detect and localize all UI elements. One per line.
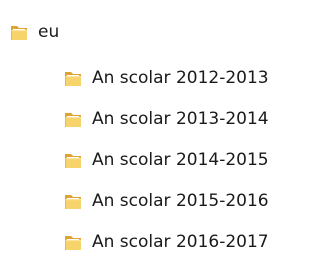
tree-item-label: An scolar 2016-2017 <box>92 232 269 252</box>
tree-item-label: eu <box>38 22 60 42</box>
tree-item-an-scolar-2015-2016[interactable]: An scolar 2015-2016 <box>62 187 269 215</box>
folder-icon <box>8 21 30 43</box>
tree-item-label: An scolar 2013-2014 <box>92 109 269 129</box>
folder-icon <box>62 231 84 253</box>
tree-item-label: An scolar 2014-2015 <box>92 150 269 170</box>
folder-icon <box>62 108 84 130</box>
tree-item-label: An scolar 2015-2016 <box>92 191 269 211</box>
tree-item-an-scolar-2016-2017[interactable]: An scolar 2016-2017 <box>62 228 269 256</box>
tree-item-an-scolar-2013-2014[interactable]: An scolar 2013-2014 <box>62 105 269 133</box>
tree-item-eu[interactable]: eu <box>8 18 59 46</box>
tree-item-an-scolar-2012-2013[interactable]: An scolar 2012-2013 <box>62 64 269 92</box>
folder-icon <box>62 149 84 171</box>
tree-item-an-scolar-2014-2015[interactable]: An scolar 2014-2015 <box>62 146 269 174</box>
folder-icon <box>62 67 84 89</box>
folder-icon <box>62 190 84 212</box>
tree-item-label: An scolar 2012-2013 <box>92 68 269 88</box>
